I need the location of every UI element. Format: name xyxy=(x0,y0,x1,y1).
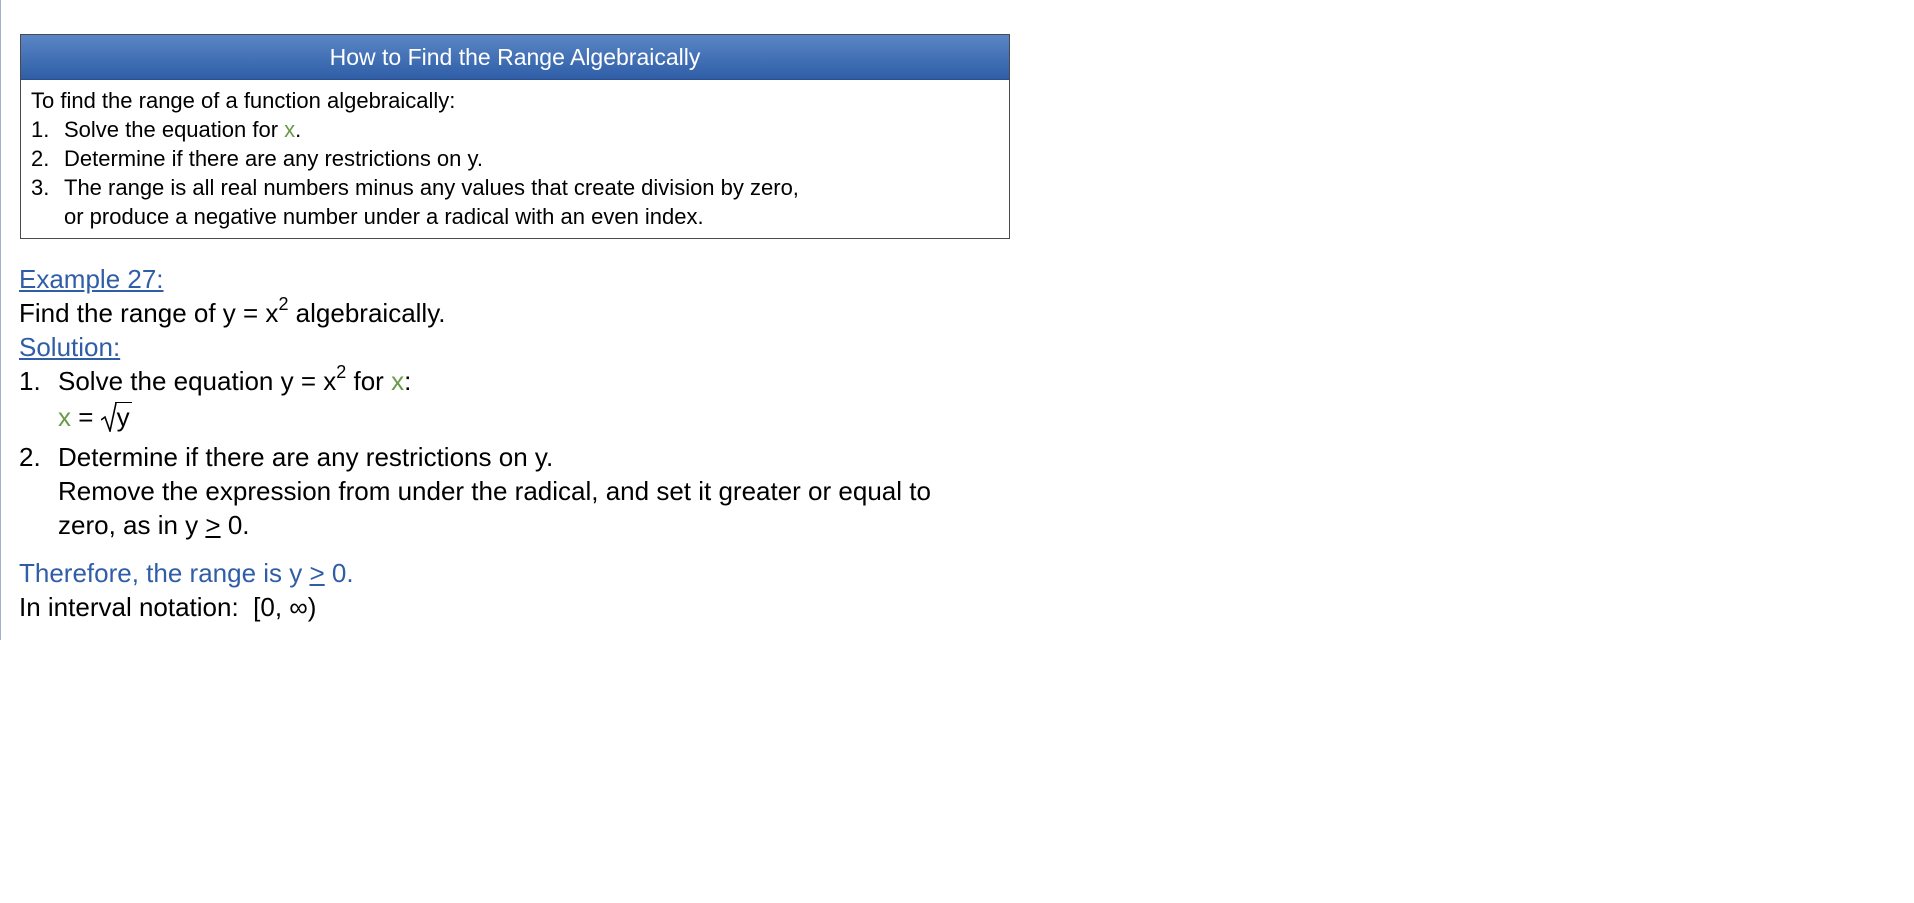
step-1-equation: x = y xyxy=(58,400,411,434)
exponent: 2 xyxy=(278,294,289,315)
info-step-3-line-1: The range is all real numbers minus any … xyxy=(64,175,799,200)
conclusion: Therefore, the range is y > 0. xyxy=(19,556,1019,590)
solution-step-2: 2. Determine if there are any restrictio… xyxy=(19,440,1019,542)
step-number: 2. xyxy=(19,442,41,472)
info-step-3-line-2: or produce a negative number under a rad… xyxy=(64,204,704,229)
step-2-line-2: Remove the expression from under the rad… xyxy=(58,476,931,506)
step-2-line-3-text: zero, as in y xyxy=(58,510,206,540)
interval-label: In interval notation: xyxy=(19,592,254,622)
step-2-line-3-end: 0. xyxy=(220,510,250,540)
step-1-colon: : xyxy=(404,366,412,396)
interval-notation: In interval notation: [0, ∞) xyxy=(19,590,1019,624)
info-box-title: How to Find the Range Algebraically xyxy=(21,35,1009,80)
step-number: 1. xyxy=(19,366,41,396)
page-left-rule xyxy=(0,0,1,640)
radicand: y xyxy=(114,402,132,432)
variable-x: x xyxy=(58,402,71,432)
info-step-number: 2. xyxy=(31,146,50,171)
interval-value: [0, ∞) xyxy=(253,592,317,622)
variable-x: x xyxy=(284,117,296,142)
step-1-text: Solve the equation y = x2 for x: xyxy=(58,362,412,398)
example-section: Example 27: Find the range of y = x2 alg… xyxy=(19,262,1019,624)
info-step-1-text: Solve the equation for xyxy=(64,117,285,142)
conclusion-text: Therefore, the range is y xyxy=(19,558,310,588)
greater-equal-symbol: > xyxy=(309,558,325,588)
info-step-3: 3. The range is all real numbers minus a… xyxy=(31,173,1009,231)
equals-sign: = xyxy=(71,402,101,432)
info-step-number: 1. xyxy=(31,117,50,142)
info-step-text: Determine if there are any restrictions … xyxy=(64,146,483,171)
radical-sign-icon xyxy=(100,402,117,432)
info-step-1: 1. Solve the equation for x. xyxy=(31,115,1009,144)
step-2-line-3: zero, as in y > 0. xyxy=(58,508,931,542)
info-step-2: 2. Determine if there are any restrictio… xyxy=(31,144,1009,173)
info-step-number: 3. xyxy=(31,175,50,200)
info-intro: To find the range of a function algebrai… xyxy=(31,88,456,113)
step-body: Determine if there are any restrictions … xyxy=(58,440,931,542)
step-2-line-1: Determine if there are any restrictions … xyxy=(58,442,554,472)
solution-step-1: 1. Solve the equation y = x2 for x: x = … xyxy=(19,362,1019,434)
info-step-1-period: . xyxy=(295,117,302,142)
conclusion-end: 0. xyxy=(324,558,354,588)
problem-text: Find the range of y = x xyxy=(19,298,279,328)
exponent: 2 xyxy=(336,362,347,383)
info-box-body: To find the range of a function algebrai… xyxy=(21,80,1009,231)
info-step-text: Solve the equation for x. xyxy=(64,115,301,144)
greater-equal-symbol: > xyxy=(205,510,221,540)
example-heading: Example 27: xyxy=(19,264,164,294)
step-body: Solve the equation y = x2 for x: x = y xyxy=(58,362,412,434)
problem-text-end: algebraically. xyxy=(288,298,446,328)
variable-x: x xyxy=(391,366,405,396)
info-step-text: The range is all real numbers minus any … xyxy=(64,173,799,231)
square-root: y xyxy=(100,400,132,434)
example-problem: Find the range of y = x2 algebraically. xyxy=(19,294,1019,330)
step-1-text-start: Solve the equation y = x xyxy=(58,366,337,396)
solution-label: Solution: xyxy=(19,332,121,362)
info-box: How to Find the Range Algebraically To f… xyxy=(20,34,1010,239)
step-1-text-mid: for xyxy=(346,366,392,396)
